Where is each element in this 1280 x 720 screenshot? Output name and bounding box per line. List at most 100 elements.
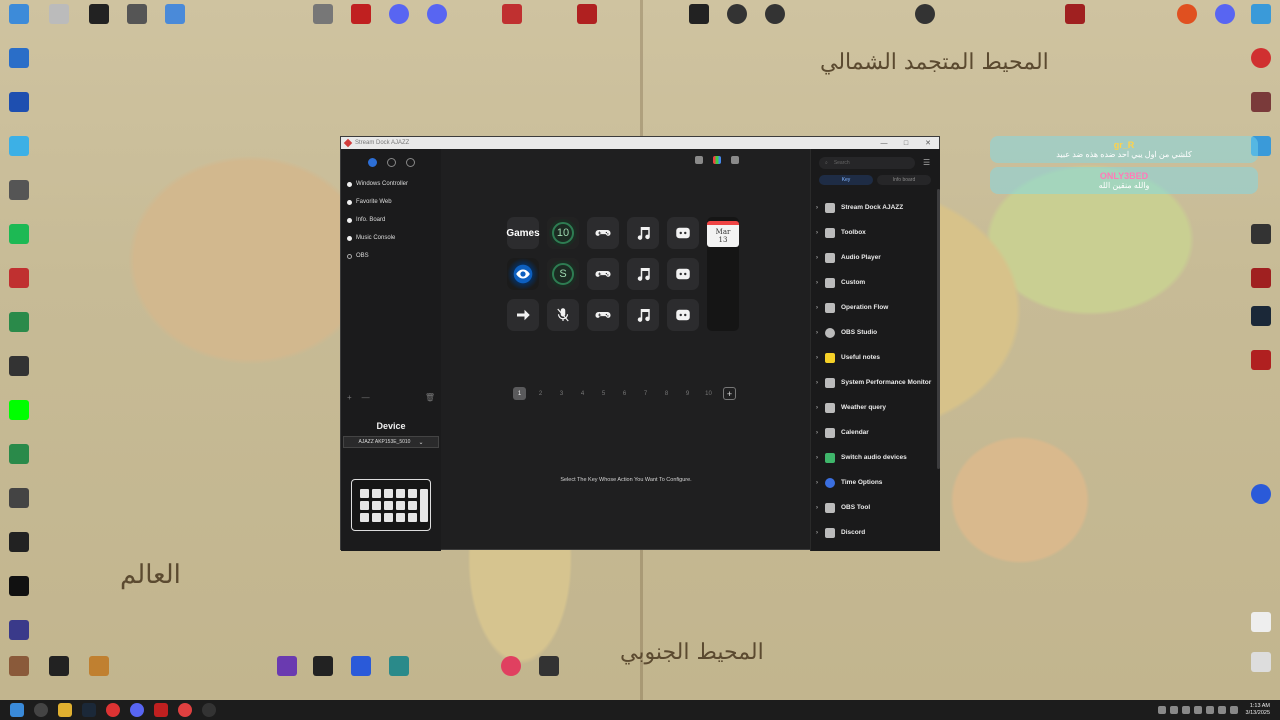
desktop-shortcut[interactable]: [910, 4, 940, 40]
browser-icon[interactable]: [106, 703, 120, 717]
desktop-shortcut[interactable]: [308, 656, 338, 692]
desktop-shortcut[interactable]: [4, 532, 34, 568]
obs-icon[interactable]: [202, 703, 216, 717]
desktop-shortcut[interactable]: [4, 180, 34, 216]
desktop-shortcut[interactable]: [534, 656, 564, 692]
minimize-button[interactable]: —: [873, 140, 895, 147]
desktop-shortcut[interactable]: [496, 656, 526, 692]
desktop-shortcut[interactable]: [160, 4, 190, 40]
action-obs-tool[interactable]: › OBS Tool: [811, 495, 935, 520]
desktop-shortcut[interactable]: [4, 48, 34, 84]
desktop-shortcut[interactable]: [1210, 4, 1240, 40]
tray-icon[interactable]: [1169, 706, 1178, 714]
add-page-button[interactable]: +: [723, 387, 736, 400]
page-button[interactable]: 2: [534, 387, 547, 400]
desktop-shortcut[interactable]: [1246, 92, 1276, 128]
page-button[interactable]: 4: [576, 387, 589, 400]
action-weather[interactable]: › Weather query: [811, 395, 935, 420]
page-button[interactable]: 1: [513, 387, 526, 400]
page-button[interactable]: 7: [639, 387, 652, 400]
desktop-shortcut[interactable]: [4, 356, 34, 392]
desktop-shortcut[interactable]: [272, 656, 302, 692]
desktop-shortcut[interactable]: [722, 4, 752, 40]
discord-icon[interactable]: [130, 703, 144, 717]
tray-icon[interactable]: [1157, 706, 1166, 714]
desktop-shortcut[interactable]: [44, 4, 74, 40]
maximize-button[interactable]: □: [895, 140, 917, 147]
trash-icon[interactable]: 🗑: [425, 393, 435, 402]
desktop-shortcut[interactable]: [384, 656, 414, 692]
desktop-shortcut[interactable]: [4, 92, 34, 128]
actions-scrollbar[interactable]: [937, 189, 940, 469]
key-discord[interactable]: [667, 258, 699, 290]
desktop-shortcut[interactable]: [4, 268, 34, 304]
key-mic-mute[interactable]: [547, 299, 579, 331]
desktop-shortcut[interactable]: [4, 400, 34, 436]
desktop-shortcut[interactable]: [346, 656, 376, 692]
stream-dock-icon[interactable]: [154, 703, 168, 717]
desktop-shortcut[interactable]: [84, 656, 114, 692]
action-toolbox[interactable]: › Toolbox: [811, 220, 935, 245]
profile-item-windows-controller[interactable]: Windows Controller: [347, 175, 441, 193]
chrome-icon[interactable]: [178, 703, 192, 717]
notification-icon[interactable]: [695, 156, 703, 164]
desktop-shortcut[interactable]: [4, 620, 34, 656]
desktop-shortcut[interactable]: [84, 4, 114, 40]
start-icon[interactable]: [10, 703, 24, 717]
desktop-shortcut[interactable]: [1246, 306, 1276, 342]
tray-icon[interactable]: [1181, 706, 1190, 714]
key-music[interactable]: [627, 217, 659, 249]
desktop-shortcut[interactable]: [684, 4, 714, 40]
action-time-options[interactable]: › Time Options: [811, 470, 935, 495]
key-eye[interactable]: [507, 258, 539, 290]
wifi-icon[interactable]: [1217, 706, 1226, 714]
key-music[interactable]: [627, 299, 659, 331]
taskbar-clock[interactable]: 1:13 AM 3/13/2025: [1246, 703, 1270, 717]
volume-icon[interactable]: [1229, 706, 1238, 714]
key-s-app[interactable]: S: [547, 258, 579, 290]
desktop-shortcut[interactable]: [1246, 268, 1276, 304]
search-icon[interactable]: [34, 703, 48, 717]
window-titlebar[interactable]: Stream Dock AJAZZ — □ ✕: [341, 137, 939, 149]
key-arrow[interactable]: [507, 299, 539, 331]
desktop-shortcut[interactable]: [122, 4, 152, 40]
action-useful-notes[interactable]: › Useful notes: [811, 345, 935, 370]
desktop-shortcut[interactable]: [1246, 48, 1276, 84]
desktop-shortcut[interactable]: [422, 4, 452, 40]
key-gamepad[interactable]: [587, 299, 619, 331]
key-discord[interactable]: [667, 299, 699, 331]
desktop-shortcut[interactable]: [1060, 4, 1090, 40]
page-button[interactable]: 5: [597, 387, 610, 400]
desktop-shortcut[interactable]: [1246, 652, 1276, 688]
menu-icon[interactable]: ☰: [923, 158, 930, 167]
page-button[interactable]: 3: [555, 387, 568, 400]
desktop-shortcut[interactable]: [497, 4, 527, 40]
settings-icon[interactable]: [405, 157, 415, 167]
tab-key[interactable]: Key: [819, 175, 873, 185]
close-button[interactable]: ✕: [917, 139, 939, 147]
steam-icon[interactable]: [82, 703, 96, 717]
desktop-shortcut[interactable]: [4, 576, 34, 612]
key-gamepad[interactable]: [587, 258, 619, 290]
desktop-shortcut[interactable]: [1172, 4, 1202, 40]
action-operation-flow[interactable]: › Operation Flow: [811, 295, 935, 320]
action-discord[interactable]: › Discord: [811, 520, 935, 545]
desktop-shortcut[interactable]: [572, 4, 602, 40]
desktop-shortcut[interactable]: [44, 656, 74, 692]
user-icon[interactable]: [731, 156, 739, 164]
page-button[interactable]: 6: [618, 387, 631, 400]
profile-item-music-console[interactable]: Music Console: [347, 229, 441, 247]
desktop-shortcut[interactable]: [1246, 612, 1276, 648]
desktop-shortcut[interactable]: [308, 4, 338, 40]
page-button[interactable]: 10: [702, 387, 715, 400]
action-obs-studio[interactable]: › OBS Studio: [811, 320, 935, 345]
desktop-shortcut[interactable]: [4, 656, 34, 692]
desktop-shortcut[interactable]: [1246, 484, 1276, 520]
tab-info-board[interactable]: Info board: [877, 175, 931, 185]
key-discord[interactable]: [667, 217, 699, 249]
desktop-shortcut[interactable]: [4, 224, 34, 260]
action-audio-player[interactable]: › Audio Player: [811, 245, 935, 270]
calendar-key[interactable]: Mar 13: [707, 217, 739, 331]
desktop-shortcut[interactable]: [346, 4, 376, 40]
desktop-shortcut[interactable]: [1246, 224, 1276, 260]
